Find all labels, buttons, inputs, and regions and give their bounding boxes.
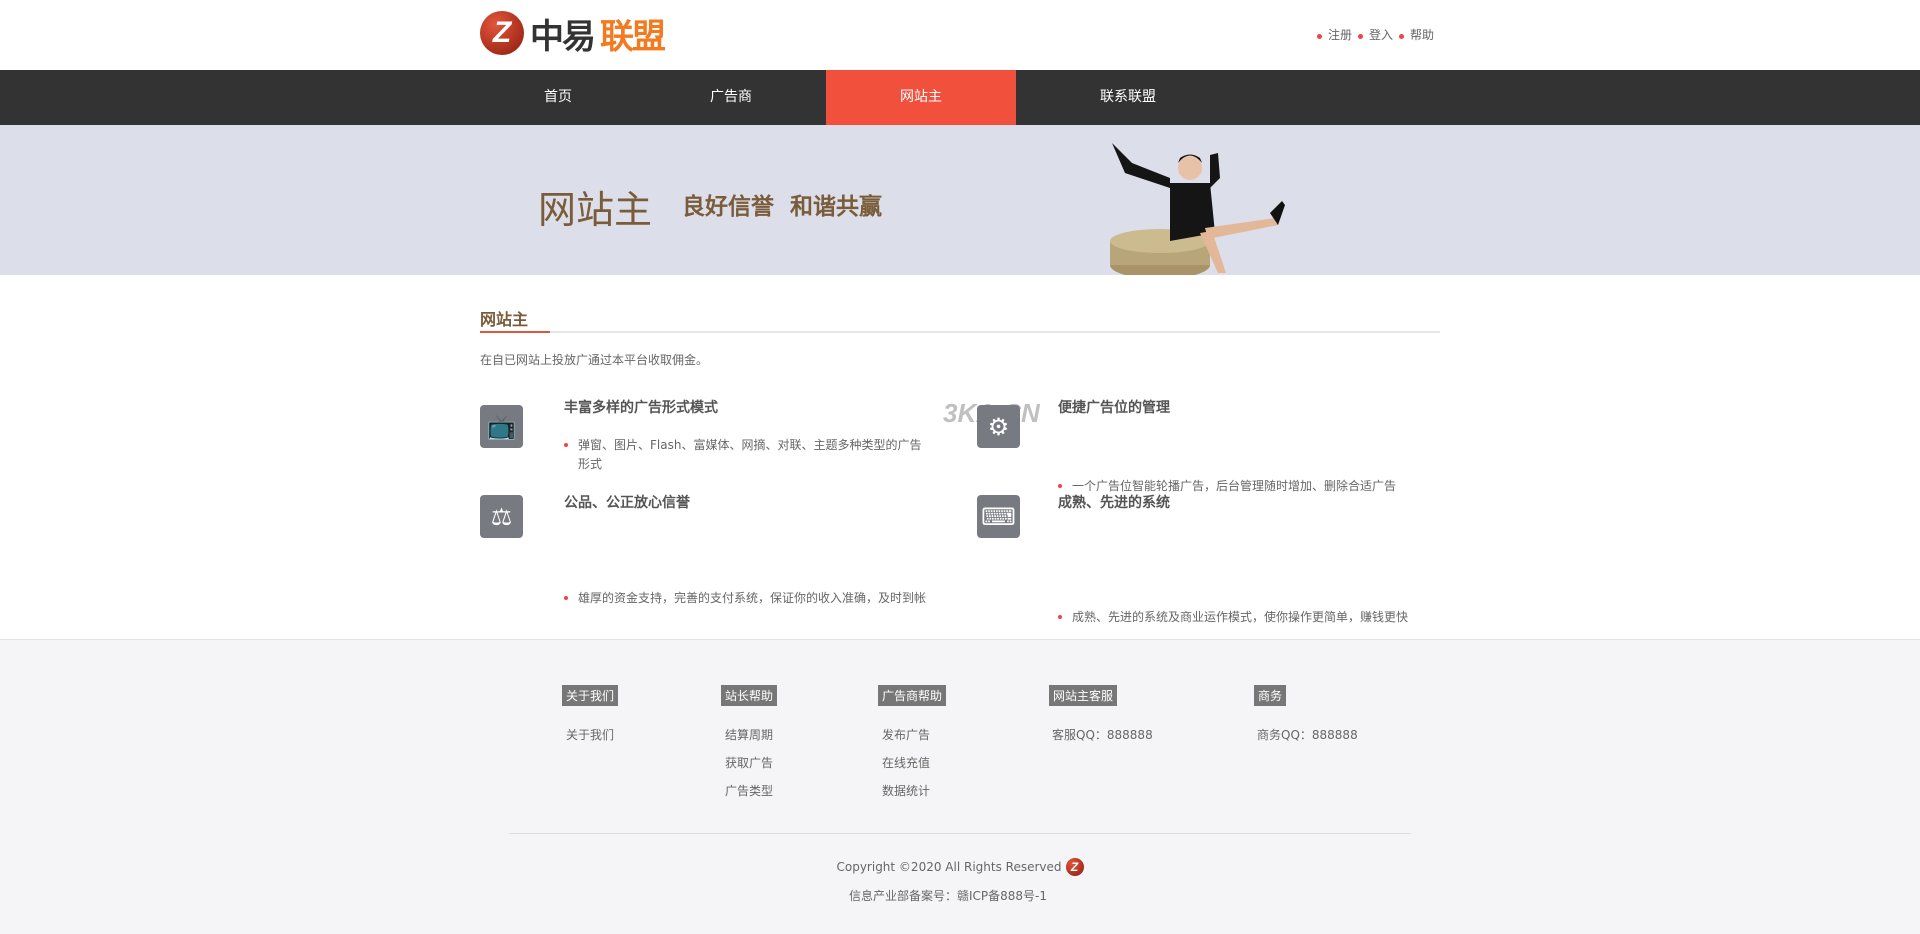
copyright: Copyright ©2020 All Rights Reserved Z [0, 858, 1920, 876]
feature-title: 成熟、先进的系统 [1058, 495, 1170, 511]
help-link[interactable]: 帮助 [1398, 26, 1434, 43]
section-title: 网站主 [480, 310, 529, 329]
icp-record: 信息产业部备案号：赣ICP备888号-1 [849, 889, 1048, 903]
footer-heading: 广告商帮助 [878, 685, 947, 706]
footer-link[interactable]: 结算周期 [725, 726, 773, 743]
feature-title: 便捷广告位的管理 [1058, 400, 1170, 416]
nav-home[interactable]: 首页 [480, 70, 636, 125]
nav-advertiser[interactable]: 广告商 [636, 70, 826, 125]
top-links: 注册 登入 帮助 [1316, 26, 1434, 43]
register-link[interactable]: 注册 [1316, 26, 1352, 43]
feature-item: ⌨ [977, 495, 1020, 538]
footer-link[interactable]: 发布广告 [882, 726, 930, 743]
footer-link[interactable]: 获取广告 [725, 754, 773, 771]
nav-webmaster[interactable]: 网站主 [826, 70, 1016, 125]
footer-link[interactable]: 数据统计 [882, 782, 930, 799]
footer-link[interactable]: 商务QQ：888888 [1257, 726, 1358, 743]
scale-icon: ⚖ [480, 495, 523, 538]
footer-link[interactable]: 关于我们 [566, 726, 614, 743]
footer-divider [509, 833, 1411, 834]
feature-item: 📺 [480, 405, 523, 448]
logo-z-icon: Z [1065, 858, 1084, 876]
feature-text: 弹窗、图片、Flash、富媒体、网摘、对联、主题多种类型的广告形式 [564, 436, 929, 474]
tv-icon: 📺 [480, 405, 523, 448]
businesswoman-on-coins-image [1110, 143, 1285, 275]
feature-text: 成熟、先进的系统及商业运作模式，使你操作更简单，赚钱更快 [1058, 608, 1458, 627]
site-logo[interactable]: Z 中易 联盟 [480, 10, 666, 57]
main-nav: 首页 广告商 网站主 联系联盟 [0, 70, 1920, 125]
feature-title: 公品、公正放心信誉 [564, 495, 690, 511]
footer-heading: 商务 [1254, 685, 1287, 706]
keyboard-icon: ⌨ [977, 495, 1020, 538]
banner-title: 网站主 [538, 188, 653, 232]
feature-item: ⚙ [977, 405, 1020, 448]
logo-z-icon: Z [480, 11, 524, 55]
feature-title: 丰富多样的广告形式模式 [564, 400, 718, 416]
footer-heading: 关于我们 [562, 685, 619, 706]
login-link[interactable]: 登入 [1357, 26, 1393, 43]
gear-icon: ⚙ [977, 405, 1020, 448]
section-intro: 在自已网站上投放广通过本平台收取佣金。 [480, 353, 709, 367]
footer-heading: 网站主客服 [1049, 685, 1118, 706]
footer-link[interactable]: 广告类型 [725, 782, 773, 799]
section-divider [480, 331, 1440, 333]
logo-text-accent: 联盟 [600, 16, 666, 57]
copyright-text: Copyright ©2020 All Rights Reserved [836, 860, 1062, 874]
logo-text: 中易 [530, 16, 596, 57]
feature-item: ⚖ [480, 495, 523, 538]
footer-heading: 站长帮助 [721, 685, 778, 706]
feature-text: 雄厚的资金支持，完善的支付系统，保证你的收入准确，及时到帐 [564, 589, 964, 608]
nav-contact[interactable]: 联系联盟 [1016, 70, 1240, 125]
footer-link[interactable]: 在线充值 [882, 754, 930, 771]
hero-banner: 网站主 良好信誉 和谐共赢 [0, 125, 1920, 275]
banner-slogan: 良好信誉 和谐共赢 [682, 194, 883, 220]
footer-link[interactable]: 客服QQ：888888 [1052, 726, 1153, 743]
